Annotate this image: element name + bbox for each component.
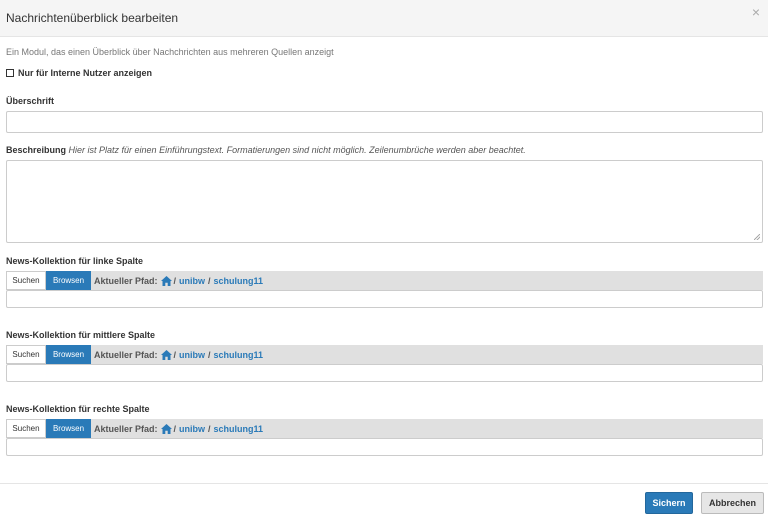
- search-button[interactable]: Suchen: [6, 419, 46, 438]
- path-link-schulung11[interactable]: schulung11: [214, 276, 264, 286]
- current-path-label: Aktueller Pfad:: [94, 349, 158, 360]
- collection-middle-label: News-Kollektion für mittlere Spalte: [6, 330, 156, 340]
- browse-button[interactable]: Browsen: [46, 419, 91, 438]
- search-button[interactable]: Suchen: [6, 271, 46, 290]
- close-icon[interactable]: ×: [748, 4, 764, 20]
- home-icon[interactable]: [160, 275, 172, 286]
- description-label: Beschreibung: [6, 145, 67, 155]
- path-link-schulung11[interactable]: schulung11: [214, 350, 264, 360]
- home-icon[interactable]: [160, 349, 172, 360]
- current-path: Aktueller Pfad: / unibw / schulung11: [94, 423, 264, 434]
- dialog-description: Ein Modul, das einen Überblick über Nach…: [6, 47, 334, 57]
- search-button[interactable]: Suchen: [6, 345, 46, 364]
- current-path: Aktueller Pfad: / unibw / schulung11: [94, 349, 264, 360]
- collection-left-toolbar: Suchen Browsen Aktueller Pfad: / unibw /…: [6, 271, 763, 290]
- description-textarea[interactable]: [6, 160, 763, 243]
- current-path-label: Aktueller Pfad:: [94, 423, 158, 434]
- path-link-unibw[interactable]: unibw: [179, 424, 205, 434]
- dialog-footer: Sichern Abbrechen: [0, 483, 768, 522]
- current-path: Aktueller Pfad: / unibw / schulung11: [94, 275, 264, 286]
- collection-right-toolbar: Suchen Browsen Aktueller Pfad: / unibw /…: [6, 419, 763, 438]
- collection-left-input[interactable]: [6, 290, 763, 308]
- dialog-title: Nachrichtenüberblick bearbeiten: [6, 11, 179, 25]
- resize-handle-icon[interactable]: [754, 234, 760, 240]
- collection-left-label: News-Kollektion für linke Spalte: [6, 256, 144, 266]
- heading-label: Überschrift: [6, 96, 55, 106]
- description-label-row: Beschreibung Hier ist Platz für einen Ei…: [6, 145, 526, 155]
- path-link-unibw[interactable]: unibw: [179, 350, 205, 360]
- browse-button[interactable]: Browsen: [46, 345, 91, 364]
- internal-only-label: Nur für Interne Nutzer anzeigen: [18, 68, 153, 78]
- dialog-header: Nachrichtenüberblick bearbeiten ×: [0, 0, 768, 37]
- collection-right-label: News-Kollektion für rechte Spalte: [6, 404, 150, 414]
- path-link-schulung11[interactable]: schulung11: [214, 424, 264, 434]
- browse-button[interactable]: Browsen: [46, 271, 91, 290]
- home-icon[interactable]: [160, 423, 172, 434]
- collection-middle-input[interactable]: [6, 364, 763, 382]
- description-hint: Hier ist Platz für einen Einführungstext…: [68, 145, 526, 155]
- internal-only-option[interactable]: Nur für Interne Nutzer anzeigen: [6, 68, 152, 78]
- collection-middle-toolbar: Suchen Browsen Aktueller Pfad: / unibw /…: [6, 345, 763, 364]
- path-link-unibw[interactable]: unibw: [179, 276, 205, 286]
- cancel-button[interactable]: Abbrechen: [701, 492, 764, 514]
- save-button[interactable]: Sichern: [645, 492, 693, 514]
- internal-only-checkbox[interactable]: [6, 69, 14, 77]
- heading-input[interactable]: [6, 111, 763, 133]
- collection-right-input[interactable]: [6, 438, 763, 456]
- current-path-label: Aktueller Pfad:: [94, 275, 158, 286]
